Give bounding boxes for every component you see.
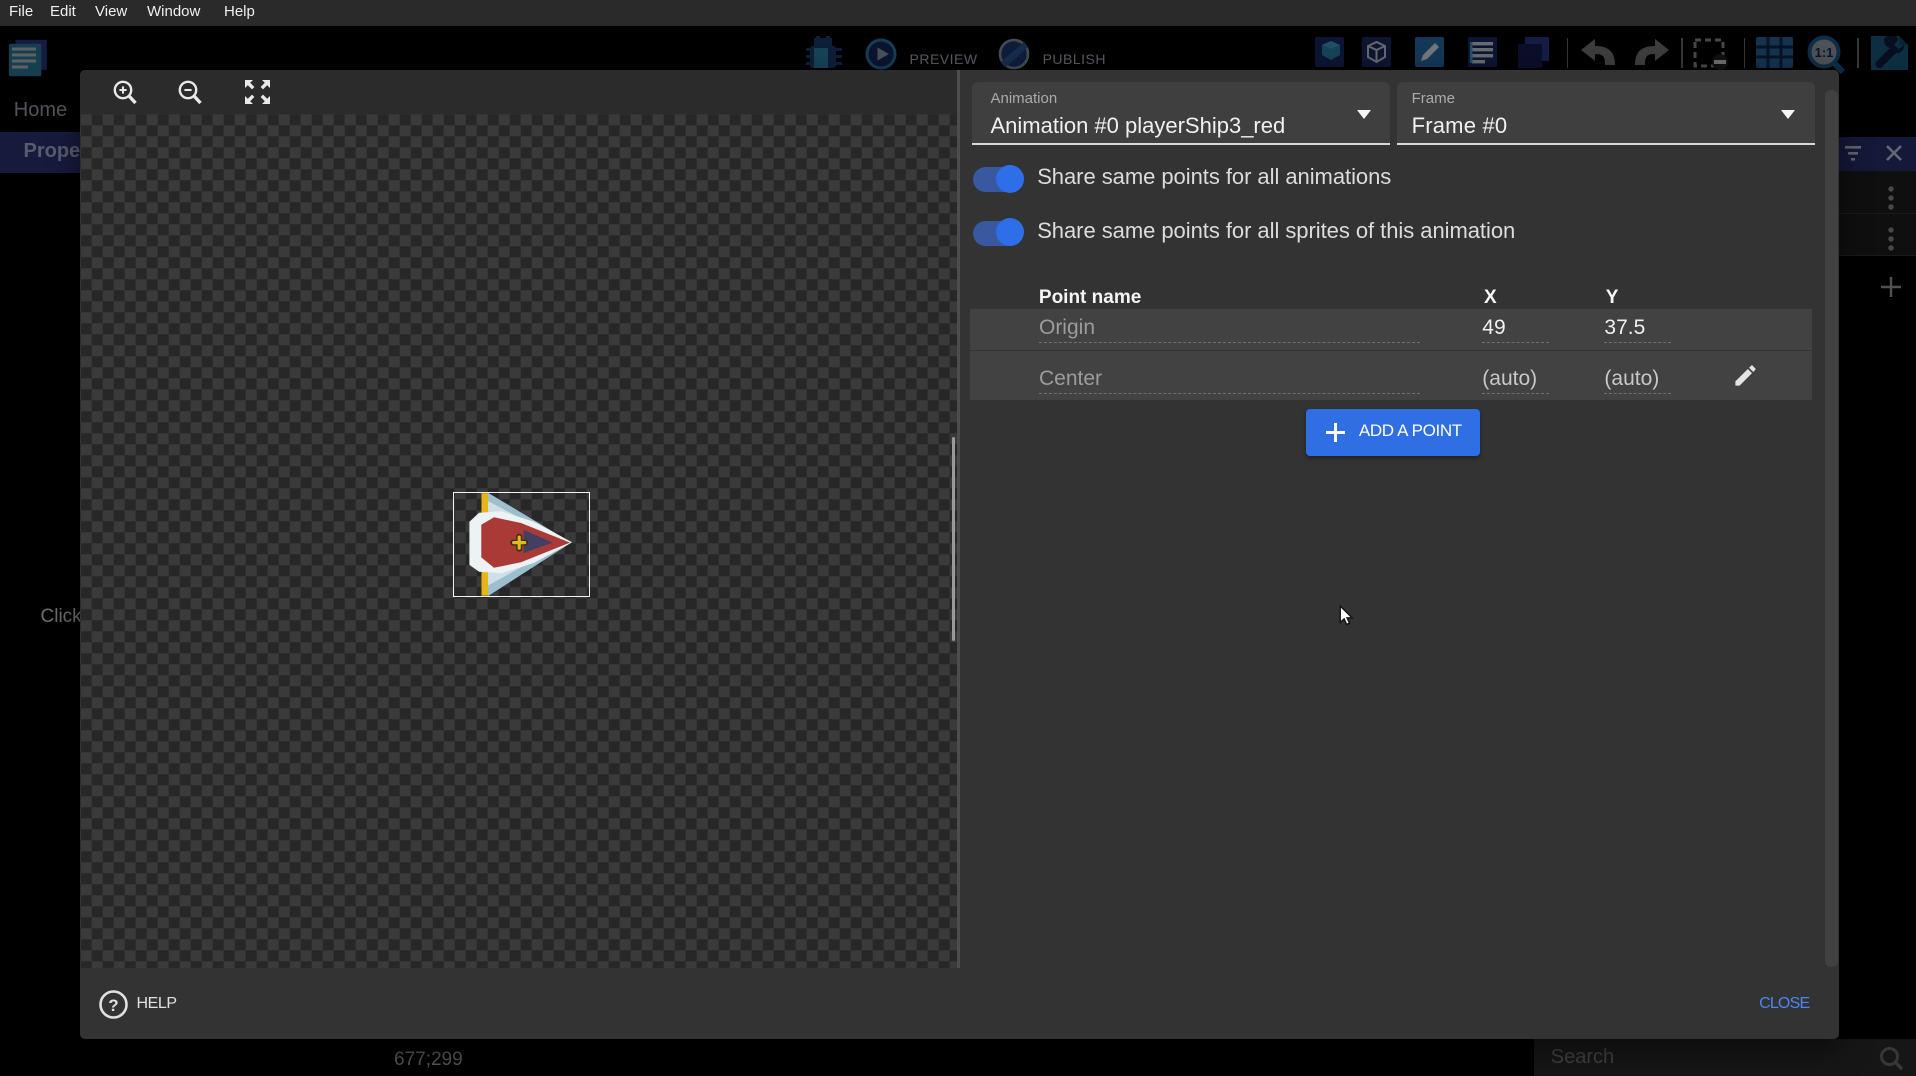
svg-text:?: ? [108, 996, 118, 1015]
